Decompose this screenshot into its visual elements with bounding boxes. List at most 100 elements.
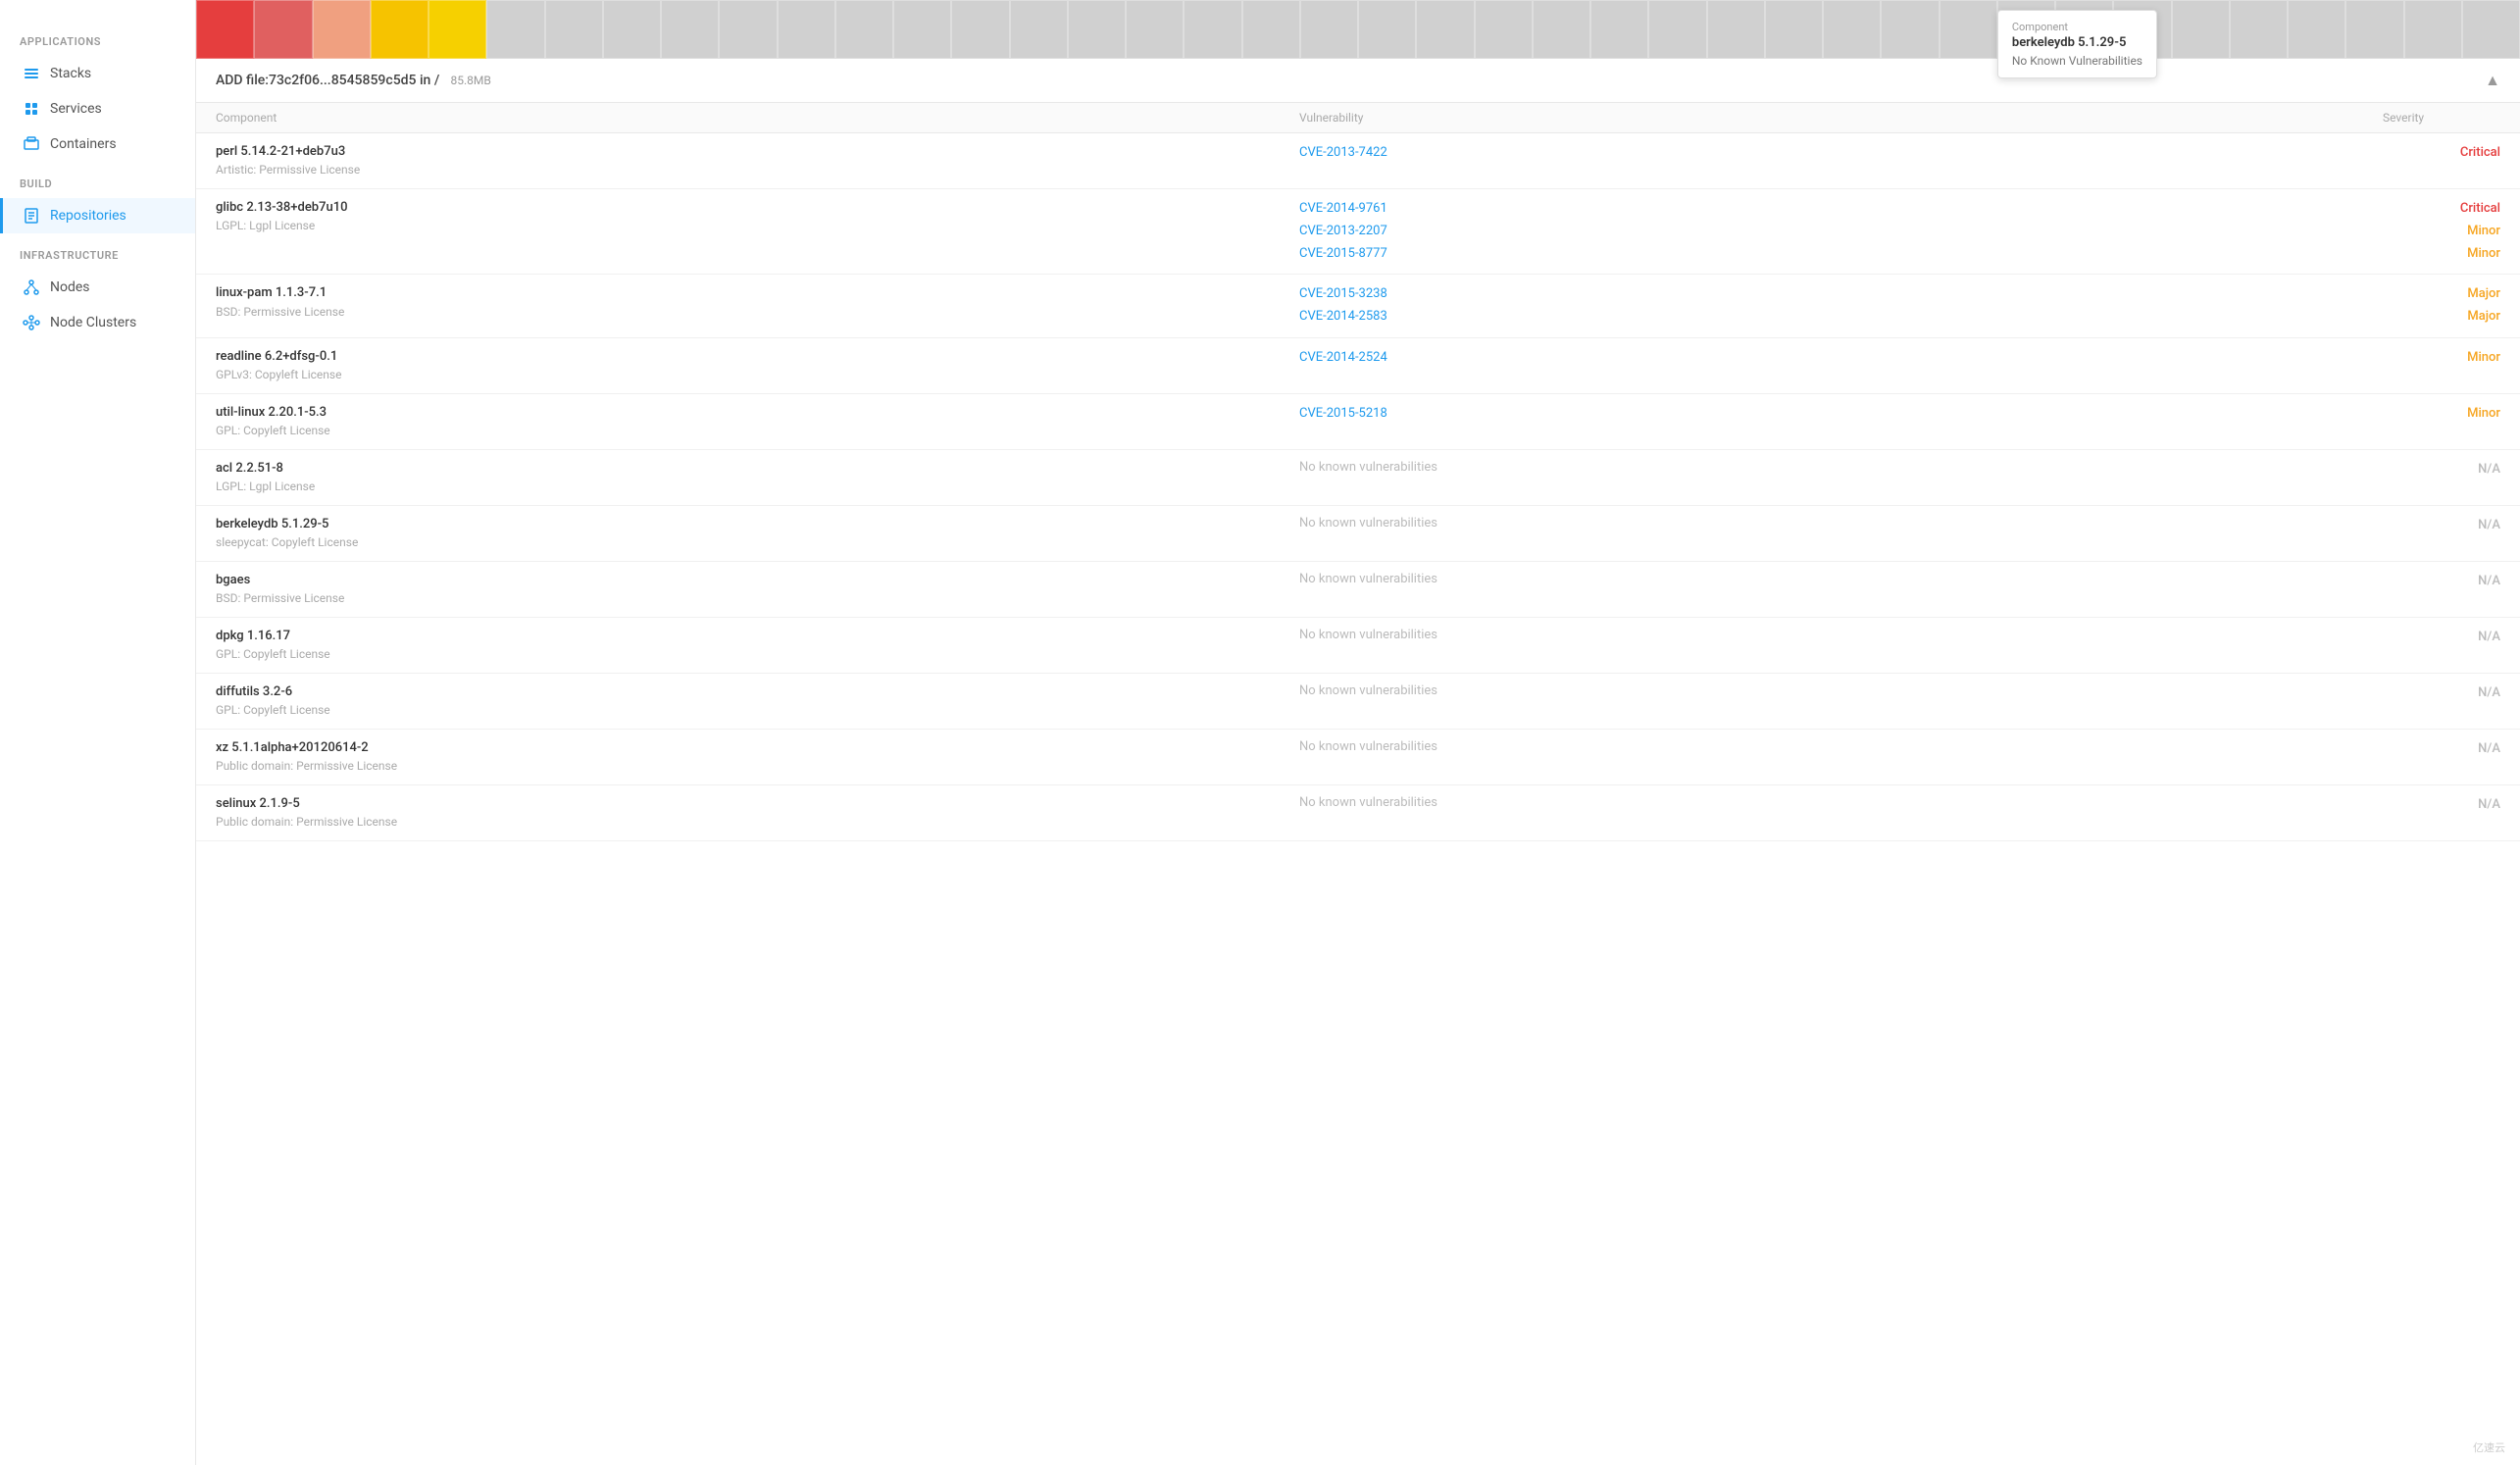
heatmap-cell-35[interactable] — [2230, 0, 2288, 59]
vuln-link[interactable]: CVE-2014-9761 — [1299, 199, 2383, 220]
table-body: perl 5.14.2-21+deb7u3Artistic: Permissiv… — [196, 133, 2520, 841]
vuln-cell-6: No known vulnerabilities — [1299, 516, 2383, 530]
sidebar-item-containers[interactable]: Containers — [0, 126, 195, 162]
heatmap-cell-26[interactable] — [1707, 0, 1765, 59]
heatmap-cell-20[interactable] — [1358, 0, 1416, 59]
sidebar-item-nodes[interactable]: Nodes — [0, 270, 195, 305]
sidebar: APPLICATIONS Stacks Services — [0, 0, 196, 1465]
heatmap-cell-14[interactable] — [1010, 0, 1068, 59]
vuln-link[interactable]: CVE-2015-8777 — [1299, 244, 2383, 265]
heatmap-cell-37[interactable] — [2345, 0, 2403, 59]
heatmap-cell-15[interactable] — [1068, 0, 1126, 59]
vuln-cell-11: No known vulnerabilities — [1299, 795, 2383, 810]
heatmap-cell-25[interactable] — [1648, 0, 1706, 59]
services-label: Services — [50, 101, 102, 117]
collapse-icon[interactable]: ▲ — [2485, 71, 2500, 90]
heatmap-cell-22[interactable] — [1475, 0, 1533, 59]
vuln-link[interactable]: CVE-2014-2583 — [1299, 307, 2383, 328]
heatmap-cell-7[interactable] — [603, 0, 661, 59]
file-header: ADD file:73c2f06...8545859c5d5 in / 85.8… — [196, 59, 2520, 103]
severity-badge: N/A — [2383, 516, 2500, 536]
heatmap-cell-18[interactable] — [1242, 0, 1300, 59]
table-row: util-linux 2.20.1-5.3GPL: Copyleft Licen… — [196, 394, 2520, 450]
heatmap-cell-36[interactable] — [2288, 0, 2345, 59]
heatmap-cell-1[interactable] — [254, 0, 312, 59]
col-component: Component — [216, 111, 1299, 125]
heatmap-cell-16[interactable] — [1126, 0, 1184, 59]
component-name: xz 5.1.1alpha+20120614-2 — [216, 739, 1299, 757]
heatmap-cell-21[interactable] — [1416, 0, 1474, 59]
sidebar-item-stacks[interactable]: Stacks — [0, 56, 195, 91]
heatmap-cell-27[interactable] — [1765, 0, 1823, 59]
tooltip-label: Component — [2012, 21, 2142, 33]
heatmap-cell-2[interactable] — [313, 0, 371, 59]
heatmap-cell-10[interactable] — [778, 0, 835, 59]
component-name: selinux 2.1.9-5 — [216, 795, 1299, 813]
table-row: perl 5.14.2-21+deb7u3Artistic: Permissiv… — [196, 133, 2520, 189]
severity-cell-3: Minor — [2383, 348, 2500, 369]
component-license: Artistic: Permissive License — [216, 162, 1299, 178]
component-name: glibc 2.13-38+deb7u10 — [216, 199, 1299, 217]
heatmap-cell-38[interactable] — [2404, 0, 2462, 59]
file-title: ADD file:73c2f06...8545859c5d5 in / — [216, 73, 439, 88]
component-cell-8: dpkg 1.16.17GPL: Copyleft License — [216, 628, 1299, 663]
sidebar-item-services[interactable]: Services — [0, 91, 195, 126]
heatmap-cell-5[interactable] — [486, 0, 544, 59]
tooltip-no-vuln: No Known Vulnerabilities — [2012, 54, 2142, 68]
containers-icon — [23, 135, 40, 153]
component-cell-0: perl 5.14.2-21+deb7u3Artistic: Permissiv… — [216, 143, 1299, 178]
heatmap-cell-39[interactable] — [2462, 0, 2520, 59]
severity-badge: Major — [2383, 284, 2500, 305]
component-license: BSD: Permissive License — [216, 304, 1299, 321]
table-row: readline 6.2+dfsg-0.1GPLv3: Copyleft Lic… — [196, 338, 2520, 394]
vuln-link[interactable]: CVE-2015-3238 — [1299, 284, 2383, 305]
component-license: Public domain: Permissive License — [216, 814, 1299, 831]
heatmap-cell-6[interactable] — [545, 0, 603, 59]
heatmap-cell-17[interactable] — [1184, 0, 1241, 59]
vuln-link[interactable]: CVE-2014-2524 — [1299, 348, 2383, 369]
heatmap-cell-8[interactable] — [661, 0, 719, 59]
applications-section-label: APPLICATIONS — [0, 20, 195, 56]
component-cell-10: xz 5.1.1alpha+20120614-2Public domain: P… — [216, 739, 1299, 775]
severity-badge: Minor — [2383, 244, 2500, 265]
heatmap-cell-4[interactable] — [428, 0, 486, 59]
vuln-cell-8: No known vulnerabilities — [1299, 628, 2383, 642]
heatmap-cell-11[interactable] — [835, 0, 893, 59]
vuln-link[interactable]: CVE-2013-2207 — [1299, 222, 2383, 242]
heatmap-cell-0[interactable] — [196, 0, 254, 59]
heatmap-cell-23[interactable] — [1533, 0, 1590, 59]
table-row: selinux 2.1.9-5Public domain: Permissive… — [196, 785, 2520, 841]
heatmap-cell-34[interactable] — [2172, 0, 2230, 59]
stacks-label: Stacks — [50, 66, 91, 81]
severity-cell-1: CriticalMinorMinor — [2383, 199, 2500, 264]
vuln-cell-2: CVE-2015-3238CVE-2014-2583 — [1299, 284, 2383, 328]
col-vulnerability: Vulnerability — [1299, 111, 2383, 125]
vuln-link[interactable]: CVE-2013-7422 — [1299, 143, 2383, 164]
component-name: perl 5.14.2-21+deb7u3 — [216, 143, 1299, 161]
heatmap-cell-9[interactable] — [719, 0, 777, 59]
severity-badge: Critical — [2383, 199, 2500, 220]
severity-badge: Minor — [2383, 404, 2500, 425]
severity-cell-10: N/A — [2383, 739, 2500, 760]
component-license: LGPL: Lgpl License — [216, 479, 1299, 495]
component-cell-6: berkeleydb 5.1.29-5sleepycat: Copyleft L… — [216, 516, 1299, 551]
severity-cell-6: N/A — [2383, 516, 2500, 536]
heatmap-cell-19[interactable] — [1300, 0, 1358, 59]
severity-badge: N/A — [2383, 572, 2500, 592]
heatmap-cell-12[interactable] — [893, 0, 951, 59]
sidebar-item-repositories[interactable]: Repositories — [0, 198, 195, 233]
component-license: Public domain: Permissive License — [216, 758, 1299, 775]
heatmap-cell-3[interactable] — [371, 0, 428, 59]
sidebar-item-node-clusters[interactable]: Node Clusters — [0, 305, 195, 340]
no-vuln-text: No known vulnerabilities — [1299, 739, 2383, 754]
heatmap-cell-24[interactable] — [1590, 0, 1648, 59]
heatmap-cell-28[interactable] — [1823, 0, 1881, 59]
nodeclusters-icon — [23, 314, 40, 331]
heatmap-cell-30[interactable] — [1940, 0, 1997, 59]
severity-badge: Critical — [2383, 143, 2500, 164]
vuln-link[interactable]: CVE-2015-5218 — [1299, 404, 2383, 425]
heatmap-cell-29[interactable] — [1881, 0, 1939, 59]
heatmap-cell-13[interactable] — [951, 0, 1009, 59]
table-row: acl 2.2.51-8LGPL: Lgpl LicenseNo known v… — [196, 450, 2520, 506]
component-name: acl 2.2.51-8 — [216, 460, 1299, 478]
